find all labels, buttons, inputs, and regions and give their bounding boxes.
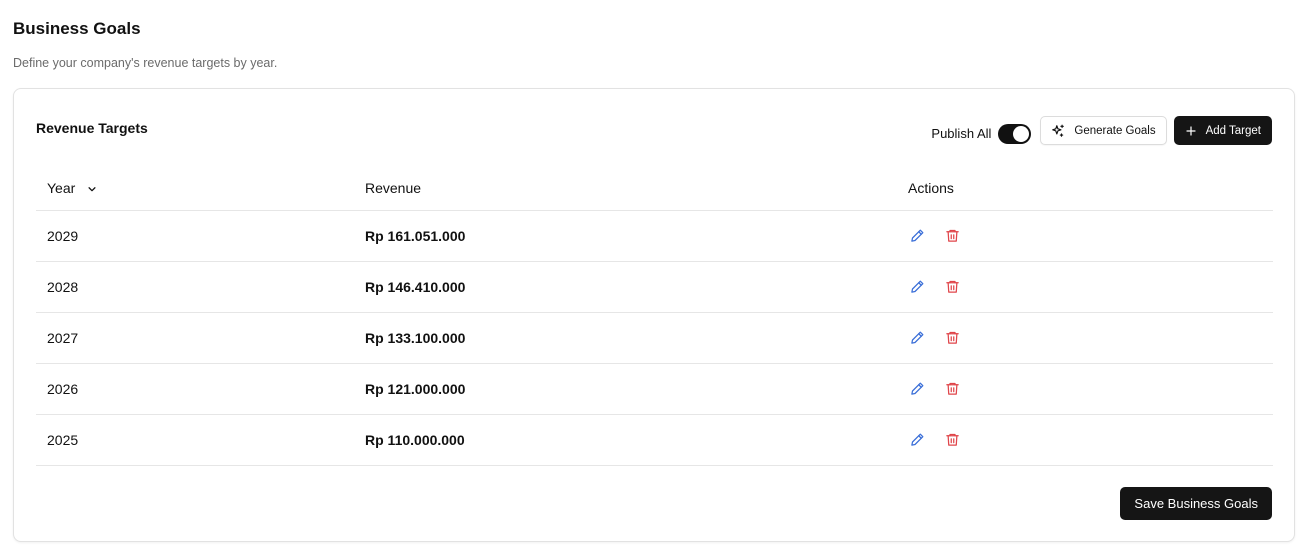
revenue-column-header: Revenue [354, 167, 897, 211]
publish-all-toggle[interactable] [998, 123, 1032, 144]
actions-cell [897, 414, 1273, 466]
revenue-cell: Rp 121.000.000 [354, 363, 897, 415]
trash-icon [945, 229, 959, 242]
pencil-icon [910, 382, 923, 395]
actions-cell [897, 210, 1273, 262]
page-title: Business Goals [13, 19, 141, 38]
pencil-icon [910, 280, 923, 293]
trash-icon [945, 382, 959, 395]
table-header-row: Year Revenue Actions [36, 167, 1273, 211]
actions-cell [897, 363, 1273, 415]
revenue-targets-table: Year Revenue Actions 2029 Rp 161.051.000 [36, 167, 1273, 466]
edit-button[interactable] [908, 278, 926, 296]
revenue-cell: Rp 110.000.000 [354, 414, 897, 466]
plus-icon [1185, 125, 1196, 136]
table-row: 2027 Rp 133.100.000 [36, 312, 1273, 364]
year-cell: 2028 [36, 261, 354, 313]
publish-all-label: Publish All [931, 126, 992, 141]
pencil-icon [910, 331, 923, 344]
toggle-knob [1013, 125, 1030, 142]
year-cell: 2025 [36, 414, 354, 466]
delete-button[interactable] [943, 227, 961, 245]
revenue-cell: Rp 146.410.000 [354, 261, 897, 313]
edit-button[interactable] [908, 227, 926, 245]
save-business-goals-button[interactable]: Save Business Goals [1120, 487, 1272, 520]
edit-button[interactable] [908, 380, 926, 398]
pencil-icon [910, 229, 923, 242]
revenue-targets-card: Revenue Targets Publish All Generate Goa… [13, 88, 1295, 542]
year-cell: 2027 [36, 312, 354, 364]
edit-button[interactable] [908, 329, 926, 347]
add-target-label: Add Target [1205, 124, 1261, 137]
year-header-label: Year [47, 180, 76, 197]
generate-goals-button[interactable]: Generate Goals [1040, 116, 1167, 145]
trash-icon [945, 433, 959, 446]
table-row: 2026 Rp 121.000.000 [36, 363, 1273, 415]
year-cell: 2026 [36, 363, 354, 415]
chevron-down-icon [88, 186, 96, 191]
generate-goals-label: Generate Goals [1074, 124, 1156, 137]
revenue-cell: Rp 133.100.000 [354, 312, 897, 364]
sparkles-icon [1052, 124, 1065, 137]
table-row: 2028 Rp 146.410.000 [36, 261, 1273, 313]
year-column-header[interactable]: Year [36, 167, 354, 211]
table-row: 2025 Rp 110.000.000 [36, 414, 1273, 466]
add-target-button[interactable]: Add Target [1173, 116, 1272, 145]
page-header: Business Goals Define your company's rev… [13, 18, 277, 71]
card-title: Revenue Targets [36, 120, 148, 136]
year-cell: 2029 [36, 210, 354, 262]
page-subtitle: Define your company's revenue targets by… [13, 56, 278, 70]
revenue-cell: Rp 161.051.000 [354, 210, 897, 262]
actions-column-header: Actions [897, 167, 1273, 211]
card-toolbar: Publish All Generate Goals Add Target [931, 116, 1272, 145]
edit-button[interactable] [908, 431, 926, 449]
delete-button[interactable] [943, 380, 961, 398]
table-row: 2029 Rp 161.051.000 [36, 210, 1273, 262]
actions-cell [897, 312, 1273, 364]
trash-icon [945, 331, 959, 344]
delete-button[interactable] [943, 329, 961, 347]
actions-cell [897, 261, 1273, 313]
delete-button[interactable] [943, 278, 961, 296]
trash-icon [945, 280, 959, 293]
pencil-icon [910, 433, 923, 446]
delete-button[interactable] [943, 431, 961, 449]
